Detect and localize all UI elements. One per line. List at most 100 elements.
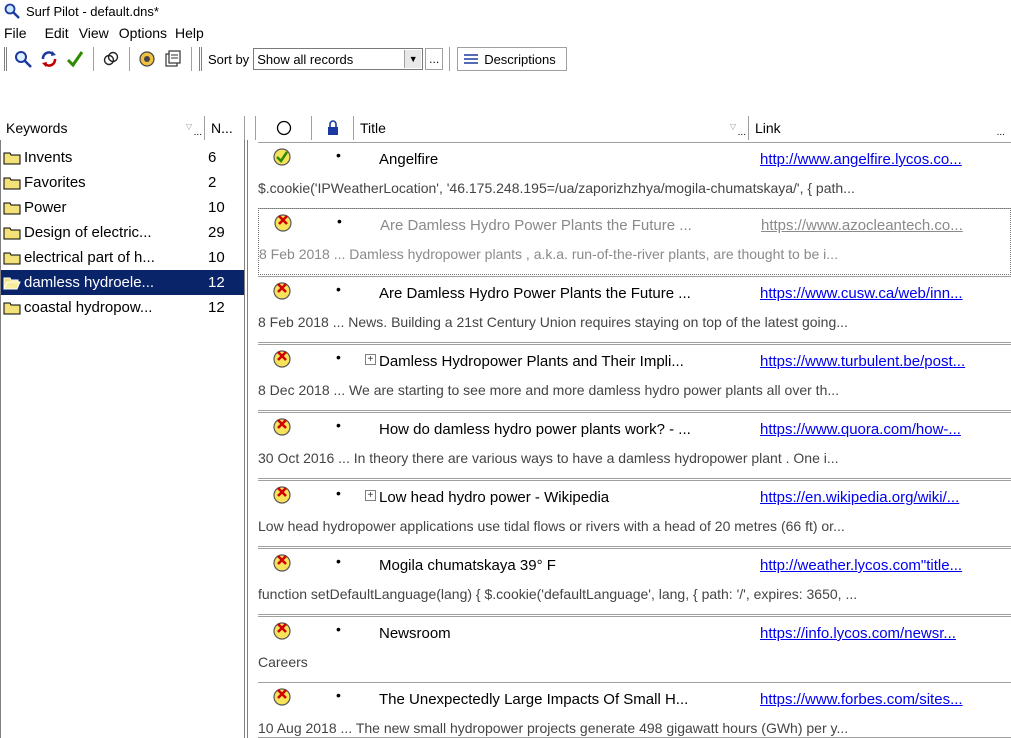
menu-help[interactable]: Help <box>175 25 214 41</box>
record-row[interactable]: • + Low head hydro power - Wikipedia https:… <box>258 480 1011 547</box>
record-row[interactable]: • Newsroom https://info.lycos.com/newsr...… <box>258 616 1011 683</box>
toolbar-grip[interactable] <box>199 47 202 71</box>
bullet-icon: • <box>336 687 341 703</box>
menu-edit[interactable]: Edit <box>45 25 79 41</box>
record-description: $.cookie('IPWeatherLocation', '46.175.24… <box>258 180 855 196</box>
record-link[interactable]: http://weather.lycos.com"title... <box>760 557 1008 574</box>
record-title[interactable]: Angelfire <box>379 151 757 168</box>
record-main-line: • Are Damless Hydro Power Plants the Futu… <box>259 209 1010 242</box>
record-link[interactable]: http://www.angelfire.lycos.co... <box>760 151 1008 168</box>
record-row[interactable]: • Are Damless Hydro Power Plants the Futu… <box>258 276 1011 343</box>
record-title[interactable]: The Unexpectedly Large Impacts Of Small … <box>379 691 757 708</box>
sort-options-button[interactable]: ... <box>425 48 444 70</box>
keyword-item[interactable]: Design of electric... 29 <box>1 220 244 245</box>
menu-options[interactable]: Options <box>119 25 177 41</box>
column-menu-dots[interactable]: ... <box>997 127 1005 138</box>
bullet-icon: • <box>337 213 342 229</box>
sort-select[interactable]: Show all records ▼ <box>253 48 424 70</box>
keyword-item[interactable]: electrical part of h... 10 <box>1 245 244 270</box>
record-row[interactable]: • Are Damless Hydro Power Plants the Futu… <box>258 208 1011 275</box>
keyword-label: Design of electric... <box>24 224 152 241</box>
bullet-icon: • <box>336 553 341 569</box>
title-bar: Surf Pilot - default.dns* <box>0 0 1011 22</box>
unvisited-x-icon <box>273 622 291 640</box>
menu-file[interactable]: File <box>4 25 37 41</box>
record-title[interactable]: Damless Hydropower Plants and Their Impl… <box>379 353 757 370</box>
chevron-down-icon[interactable]: ▼ <box>404 50 422 68</box>
check-button[interactable] <box>63 47 87 71</box>
record-row[interactable]: • The Unexpectedly Large Impacts Of Small… <box>258 682 1011 738</box>
record-main-line: • + Low head hydro power - Wikipedia https:… <box>258 481 1011 514</box>
unvisited-x-icon <box>273 688 291 706</box>
visited-check-icon <box>273 148 291 166</box>
descriptions-button[interactable]: Descriptions <box>457 47 567 71</box>
record-row[interactable]: • + Damless Hydropower Plants and Their Im… <box>258 344 1011 411</box>
keyword-item-selected[interactable]: damless hydroele... 12 <box>1 270 244 295</box>
status-column-header[interactable] <box>256 116 312 140</box>
record-row[interactable]: • Angelfire http://www.angelfire.lycos.co.… <box>258 142 1011 209</box>
keyword-label: Power <box>24 199 67 216</box>
record-main-line: • + Damless Hydropower Plants and Their Im… <box>258 345 1011 378</box>
keyword-count: 10 <box>208 199 225 216</box>
toolbar-separator <box>191 47 193 71</box>
unvisited-x-icon <box>273 350 291 368</box>
record-title[interactable]: Are Damless Hydro Power Plants the Futur… <box>379 285 757 302</box>
record-link[interactable]: https://en.wikipedia.org/wiki/... <box>760 489 1008 506</box>
toolbar-separator <box>93 47 95 71</box>
keyword-item[interactable]: Power 10 <box>1 195 244 220</box>
count-header-label: N... <box>211 120 233 136</box>
toolbar: Sort by Show all records ▼ ... Descripti… <box>0 44 1011 74</box>
keywords-column-header[interactable]: Keywords ▽ ... <box>0 116 205 140</box>
properties-button[interactable] <box>161 47 185 71</box>
record-title[interactable]: Mogila chumatskaya 39° F <box>379 557 757 574</box>
refresh-icon <box>41 51 57 67</box>
circle-icon <box>276 120 291 136</box>
folder-icon <box>3 202 21 214</box>
checkmark-icon <box>66 51 84 68</box>
record-description: Careers <box>258 654 308 670</box>
sort-triangle-icon: ▽ <box>185 122 192 131</box>
column-menu-dots[interactable]: ... <box>194 127 202 138</box>
record-link[interactable]: https://www.turbulent.be/post... <box>760 353 1008 370</box>
record-title[interactable]: Low head hydro power - Wikipedia <box>379 489 757 506</box>
keyword-count: 12 <box>208 299 225 316</box>
expand-plus-icon[interactable]: + <box>365 490 376 501</box>
count-column-header[interactable]: N... <box>205 116 245 140</box>
descriptions-label: Descriptions <box>484 51 556 67</box>
link-column-header[interactable]: Link ... <box>749 116 1011 140</box>
link-button[interactable] <box>99 47 123 71</box>
record-row[interactable]: • How do damless hydro power plants work?… <box>258 412 1011 479</box>
stamp-button[interactable] <box>135 47 159 71</box>
toolbar-grip[interactable] <box>4 47 7 71</box>
keyword-count: 6 <box>208 149 217 166</box>
column-menu-dots[interactable]: ... <box>738 127 746 138</box>
expand-plus-icon[interactable]: + <box>365 354 376 365</box>
record-title[interactable]: Newsroom <box>379 625 757 642</box>
keyword-item[interactable]: coastal hydropow... 12 <box>1 295 244 320</box>
record-title[interactable]: Are Damless Hydro Power Plants the Futur… <box>380 217 758 234</box>
lock-column-header[interactable] <box>312 116 354 140</box>
record-title[interactable]: How do damless hydro power plants work? … <box>379 421 757 438</box>
record-link[interactable]: https://www.azocleantech.co... <box>761 217 1009 234</box>
row-marker-column-header <box>247 116 256 140</box>
stamp-icon <box>139 51 155 67</box>
record-main-line: • Newsroom https://info.lycos.com/newsr... <box>258 617 1011 650</box>
refresh-button[interactable] <box>37 47 61 71</box>
record-row[interactable]: • Mogila chumatskaya 39° Fhttp://weather.… <box>258 548 1011 615</box>
window-title: Surf Pilot - default.dns* <box>26 3 159 19</box>
folder-icon <box>3 252 21 264</box>
keyword-count: 2 <box>208 174 217 191</box>
record-link[interactable]: https://www.quora.com/how-... <box>760 421 1008 438</box>
keyword-item[interactable]: Invents 6 <box>1 145 244 170</box>
search-button[interactable] <box>11 47 35 71</box>
link-icon <box>103 51 119 66</box>
record-description: 8 Feb 2018 ... News. Building a 21st Cen… <box>258 314 848 330</box>
keyword-item[interactable]: Favorites 2 <box>1 170 244 195</box>
keyword-count: 10 <box>208 249 225 266</box>
menu-view[interactable]: View <box>79 25 119 41</box>
properties-icon <box>165 50 181 67</box>
title-column-header[interactable]: Title ▽ ... <box>354 116 749 140</box>
record-link[interactable]: https://info.lycos.com/newsr... <box>760 625 1008 642</box>
record-link[interactable]: https://www.forbes.com/sites... <box>760 691 1008 708</box>
record-link[interactable]: https://www.cusw.ca/web/inn... <box>760 285 1008 302</box>
